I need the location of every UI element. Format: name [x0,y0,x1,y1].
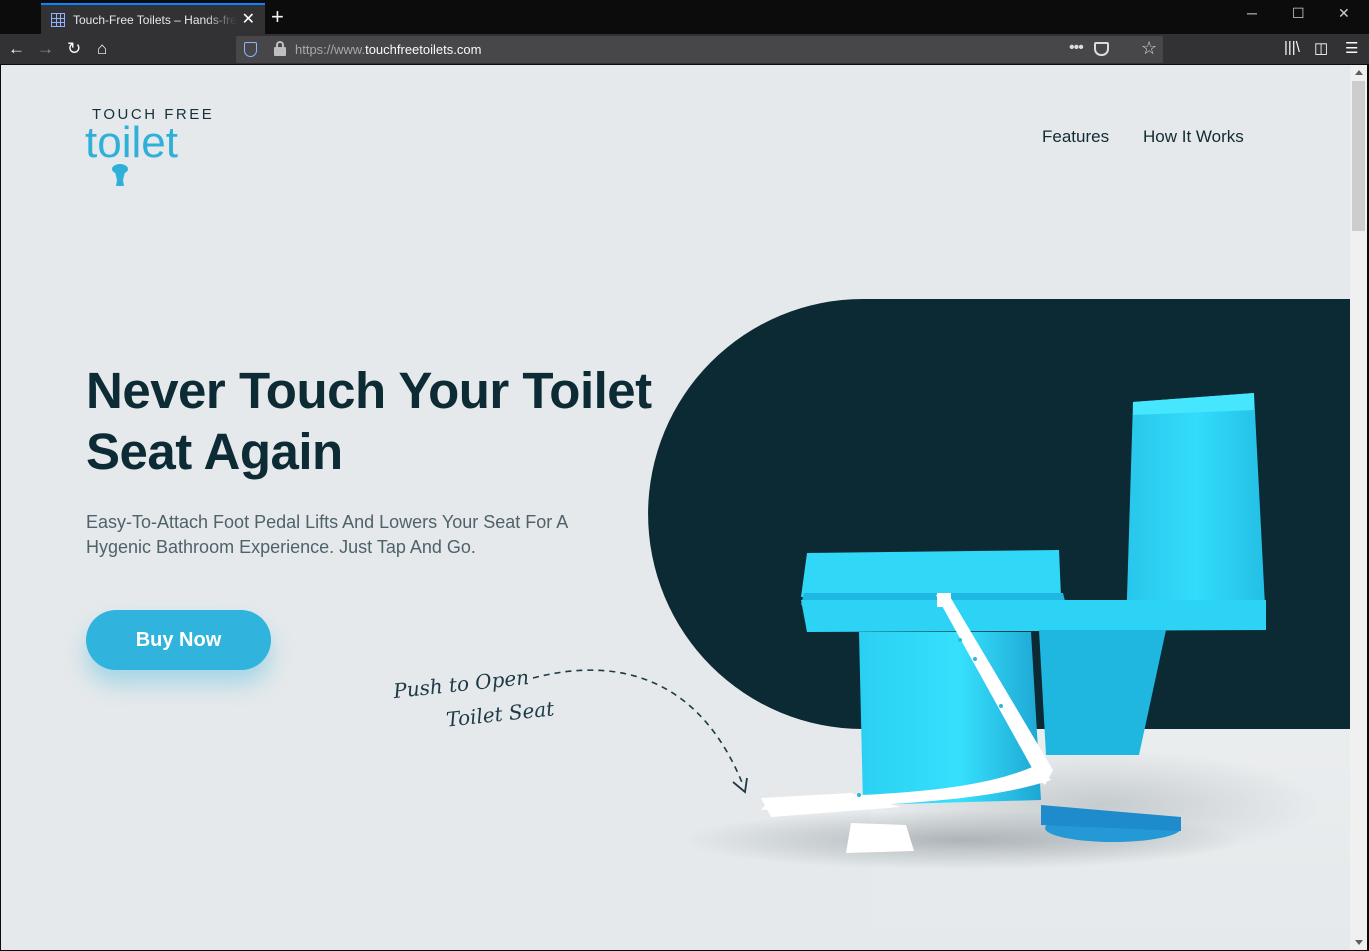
scroll-down-icon[interactable] [1355,940,1363,945]
new-tab-button[interactable]: + [271,5,284,29]
address-bar[interactable]: https://www.touchfreetoilets.com ••• ☆ [236,36,1163,63]
back-icon[interactable]: ← [8,38,25,60]
tracking-shield-icon[interactable] [244,42,257,57]
maximize-icon[interactable]: ☐ [1292,5,1305,22]
toilet-logo-icon [112,164,128,186]
hero-illustration [532,299,1350,950]
pocket-icon[interactable] [1094,42,1109,56]
browser-tab[interactable]: Touch-Free Toilets – Hands-free ✕ [41,3,265,34]
url-host: touchfreetoilets.com [365,42,482,57]
nav-how-it-works-link[interactable]: How It Works [1143,127,1244,147]
logo-wordmark: toilet [85,118,178,167]
reload-icon[interactable]: ↻ [67,38,81,60]
toilet-tank [1126,393,1266,630]
hero-title-line2: Seat Again [86,423,343,480]
toilet-lid [801,550,1061,597]
forward-icon[interactable]: → [37,38,54,60]
web-page: TOUCH FREE toilet Features How It Works … [1,65,1350,950]
lock-icon[interactable] [274,41,286,56]
buy-now-button[interactable]: Buy Now [86,610,271,670]
library-icon[interactable]: |||\ [1284,39,1300,56]
hero-title: Never Touch Your Toilet Seat Again [86,360,686,482]
minimize-icon[interactable]: ─ [1247,5,1257,21]
hero-subtitle: Easy-To-Attach Foot Pedal Lifts And Lowe… [86,512,568,557]
close-tab-icon[interactable]: ✕ [242,11,255,28]
page-actions-icon[interactable]: ••• [1069,39,1084,57]
scroll-up-icon[interactable] [1355,70,1363,75]
annotation-arrow [532,669,744,786]
hero-title-line1: Never Touch Your Toilet [86,362,652,419]
url-prefix: https://www. [295,42,366,57]
url-text[interactable]: https://www.touchfreetoilets.com [295,42,481,57]
bookmark-star-icon[interactable]: ☆ [1141,38,1157,59]
sidebar-icon[interactable]: ◫ [1314,39,1328,57]
browser-toolbar: ← → ↻ ⌂ https://www.touchfreetoilets.com… [0,34,1369,65]
page-scrollbar[interactable] [1350,65,1367,950]
nav-features-link[interactable]: Features [1042,127,1109,147]
window-close-icon[interactable]: ✕ [1338,5,1350,22]
home-icon[interactable]: ⌂ [97,38,107,60]
tab-title: Touch-Free Toilets – Hands-free [73,12,237,27]
menu-icon[interactable]: ☰ [1345,39,1358,57]
site-favicon-icon [51,12,65,27]
site-logo[interactable]: TOUCH FREE toilet [85,106,215,191]
toilet-bowl-rim [801,600,1266,632]
scrollbar-thumb[interactable] [1352,81,1365,231]
tab-bar: Touch-Free Toilets – Hands-free ✕ + ─ ☐ … [0,0,1369,34]
